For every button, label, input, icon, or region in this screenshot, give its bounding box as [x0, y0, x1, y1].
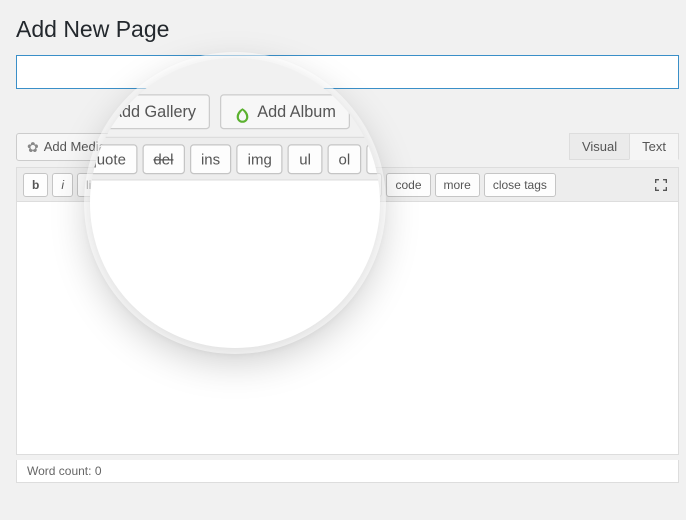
qt-code-button[interactable]: code: [386, 173, 430, 197]
editor-textarea[interactable]: [16, 201, 679, 455]
qt-li-button[interactable]: li: [359, 173, 382, 197]
add-album-label: Add Album: [272, 134, 335, 160]
qt-ins-button[interactable]: ins: [218, 173, 251, 197]
fullscreen-icon[interactable]: [650, 174, 672, 196]
add-media-button[interactable]: ✿ Add Media: [16, 133, 117, 161]
qt-italic-button[interactable]: i: [52, 173, 73, 197]
camera-music-icon: ✿: [27, 134, 39, 160]
leaf-icon: [253, 140, 267, 154]
qt-bold-button[interactable]: b: [23, 173, 48, 197]
add-album-button[interactable]: Add Album: [242, 133, 346, 161]
tab-text[interactable]: Text: [629, 133, 679, 160]
add-gallery-button[interactable]: Add Gallery: [125, 133, 234, 161]
qt-close-tags-button[interactable]: close tags: [484, 173, 556, 197]
qt-del-button[interactable]: del: [180, 173, 214, 197]
add-gallery-label: Add Gallery: [155, 134, 223, 160]
word-count-value: 0: [95, 464, 102, 478]
qt-ol-button[interactable]: ol: [328, 173, 355, 197]
status-bar: Word count: 0: [16, 460, 679, 483]
editor-wrap: ✿ Add Media Add Gallery Add Album Visual…: [16, 133, 679, 483]
title-input[interactable]: [16, 55, 679, 89]
quicktags-toolbar: b i link b-quote del ins img ul ol li co…: [16, 167, 679, 201]
page-title: Add New Page: [16, 16, 679, 43]
leaf-icon: [136, 140, 150, 154]
qt-img-button[interactable]: img: [255, 173, 292, 197]
tab-visual[interactable]: Visual: [569, 133, 630, 160]
editor-tabs: Visual Text: [570, 133, 679, 160]
add-media-label: Add Media: [44, 134, 106, 160]
qt-bquote-button[interactable]: b-quote: [117, 173, 176, 197]
media-button-row: ✿ Add Media Add Gallery Add Album Visual…: [16, 133, 679, 161]
qt-more-button[interactable]: more: [435, 173, 480, 197]
word-count-label: Word count:: [27, 464, 91, 478]
qt-ul-button[interactable]: ul: [296, 173, 323, 197]
qt-link-button[interactable]: link: [77, 173, 113, 197]
